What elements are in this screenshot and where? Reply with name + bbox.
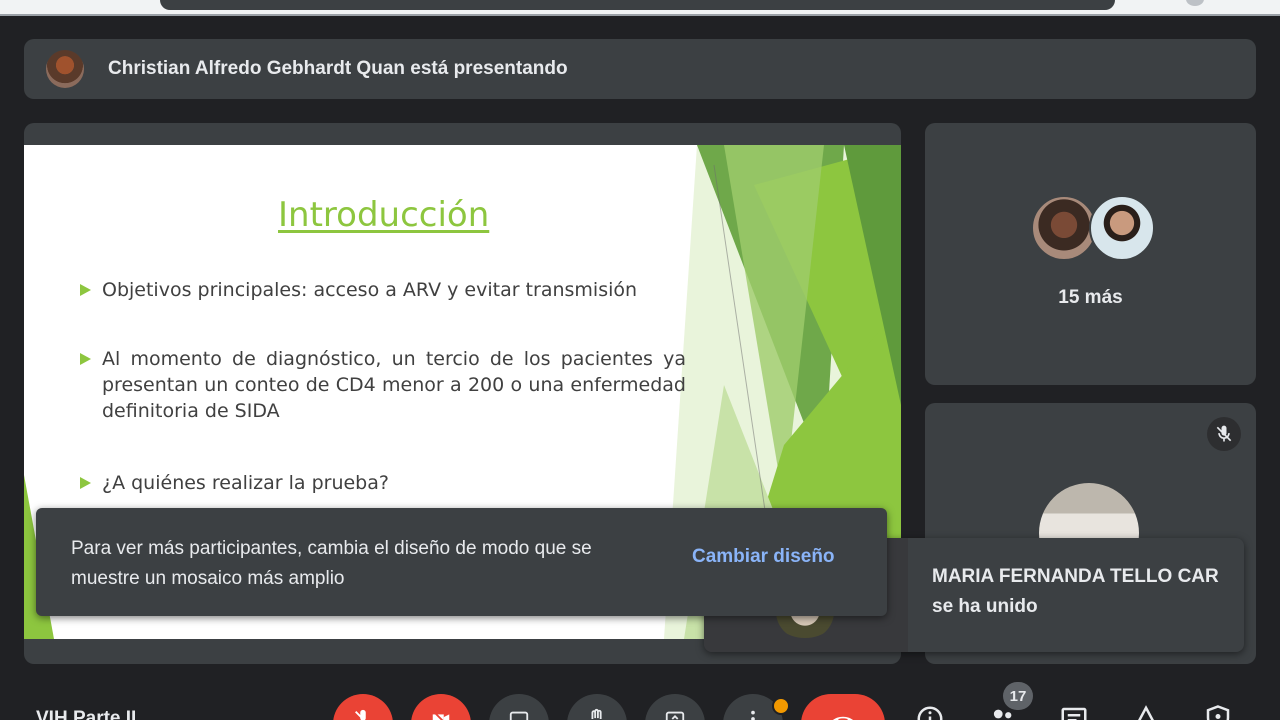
bullet-arrow-icon [80,477,91,489]
chat-button[interactable] [1058,704,1090,720]
address-bar[interactable] [160,0,1115,10]
slide-title: Introducción [278,195,490,235]
bullet-arrow-icon [80,284,91,296]
host-controls-button[interactable] [1202,704,1234,720]
presenter-banner-text: Christian Alfredo Gebhardt Quan está pre… [108,58,568,79]
activities-button[interactable] [1130,704,1162,720]
slide-bullet: ¿A quiénes realizar la prueba? [80,470,686,496]
browser-top-bar [0,0,1280,16]
captions-button[interactable] [489,694,549,720]
layout-snackbar: Para ver más participantes, cambia el di… [36,508,887,616]
activities-icon [1138,705,1154,720]
notification-dot [772,697,790,715]
presenter-avatar [46,50,84,88]
raise-hand-icon [591,708,602,719]
meeting-name: VIH Parte II [36,708,137,720]
chat-icon [1061,707,1087,720]
present-now-button[interactable] [645,694,705,720]
leave-call-button[interactable] [801,694,885,720]
participant-count-badge: 17 [1003,682,1033,710]
host-controls-icon [1206,705,1230,720]
present-icon [665,711,685,720]
profile-icon[interactable] [1186,0,1204,6]
more-vert-icon [751,710,755,720]
meeting-details-button[interactable] [914,704,946,720]
mic-off-icon [1207,417,1241,451]
more-participants-label: 15 más [1058,287,1123,308]
slide-bullet: Al momento de diagnóstico, un tercio de … [80,346,686,424]
bullet-arrow-icon [80,353,91,365]
mic-off-icon [355,709,366,720]
raise-hand-button[interactable] [567,694,627,720]
change-layout-button[interactable]: Cambiar diseño [692,546,835,568]
mic-toggle-button[interactable] [333,694,393,720]
camera-off-icon [432,710,450,720]
slide-bullet: Objetivos principales: acceso a ARV y ev… [80,277,686,303]
call-end-icon [833,716,853,720]
presenter-banner: Christian Alfredo Gebhardt Quan está pre… [24,39,1256,99]
camera-toggle-button[interactable] [411,694,471,720]
info-icon [917,706,943,720]
more-participants-tile[interactable]: 15 más [925,123,1256,385]
participant-avatar [1031,195,1097,261]
snackbar-message: Para ver más participantes, cambia el di… [71,538,592,589]
join-notification-text: MARIA FERNANDA TELLO CAR se ha unido [932,566,1219,617]
captions-icon [509,711,529,720]
participant-avatar [1089,195,1155,261]
